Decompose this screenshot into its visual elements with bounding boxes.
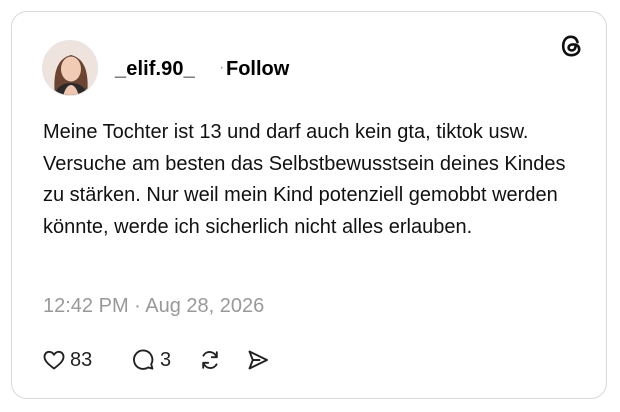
post-text: Meine Tochter ist 13 und darf auch kein … [43, 121, 566, 238]
username[interactable]: _elif.90_ [115, 58, 195, 81]
like-count: 83 [70, 348, 93, 371]
send-icon [245, 347, 271, 373]
like-button[interactable]: 83 [42, 346, 92, 374]
post-card: _elif.90_ · Follow Meine Tochter ist 13 … [11, 11, 607, 399]
comment-bubble-icon [130, 347, 156, 373]
share-button[interactable] [245, 346, 271, 374]
heart-icon [42, 348, 66, 372]
reply-button[interactable]: 3 [130, 346, 171, 374]
separator-dot: · [219, 59, 225, 76]
reply-count: 3 [160, 348, 172, 371]
timestamp[interactable]: 12:42 PM · Aug 28, 2026 [43, 295, 264, 318]
repost-button[interactable] [197, 346, 223, 374]
follow-button[interactable]: Follow [226, 58, 289, 81]
avatar[interactable] [42, 40, 98, 96]
threads-logo-icon[interactable] [559, 33, 585, 59]
repost-icon [197, 347, 223, 373]
